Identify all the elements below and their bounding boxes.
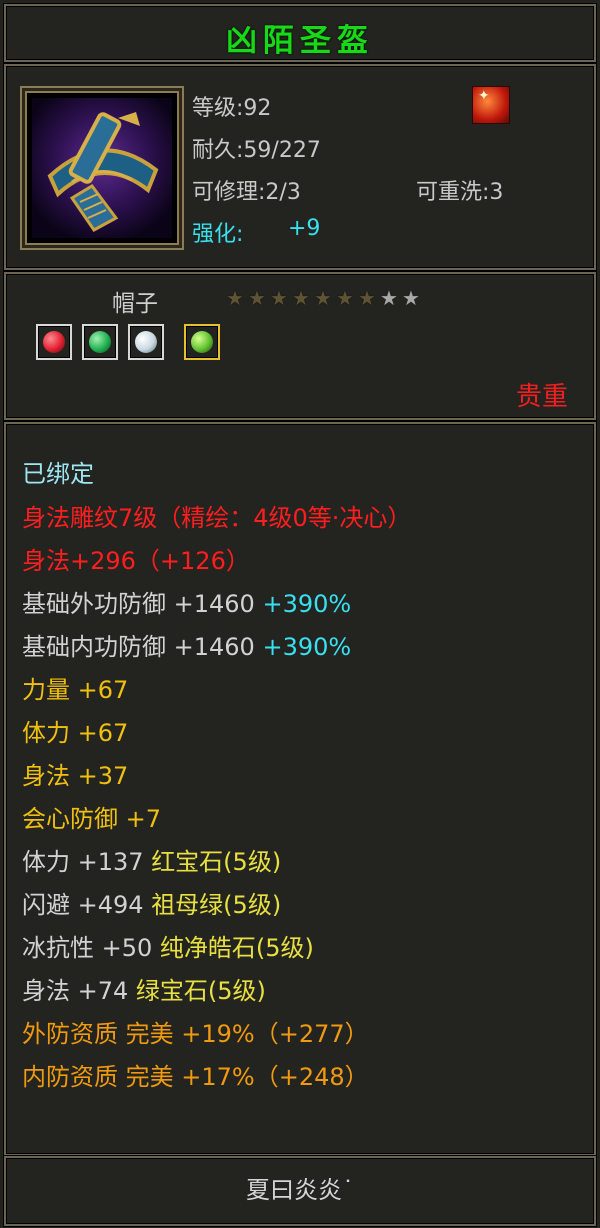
title-bar: 凶陌圣盔	[4, 4, 596, 62]
outer-defense-pct: +390%	[262, 590, 352, 618]
rewash-text: 可重洗:3	[416, 180, 504, 205]
star-filled-icon: ★	[226, 286, 244, 310]
owner-bar: 夏曰炎炎˙	[4, 1156, 596, 1226]
engrave-line: 身法雕纹7级（精绘：4级0等·决心）	[22, 504, 412, 532]
helmet-icon	[32, 98, 172, 238]
star-filled-icon: ★	[314, 286, 332, 310]
inner-defense-value: 基础内功防御 +1460	[22, 633, 255, 661]
type-panel: 帽子 ★ ★ ★ ★ ★ ★ ★ ★ ★ 贵重	[4, 272, 596, 420]
inner-defense-pct: +390%	[262, 633, 352, 661]
inner-defense-line: 基础内功防御 +1460 +390%	[22, 627, 351, 662]
item-type: 帽子	[112, 291, 158, 317]
gem1-name: 红宝石(5级)	[151, 848, 282, 876]
inner-quality-line: 内防资质 完美 +17%（+248）	[22, 1063, 369, 1091]
level-text: 等级:92	[192, 96, 272, 121]
skill-badge-icon: ✦	[472, 86, 510, 124]
green-gem-icon	[191, 331, 213, 353]
outer-defense-line: 基础外功防御 +1460 +390%	[22, 584, 351, 619]
repair-text: 可修理:2/3	[192, 180, 301, 205]
star-rating: ★ ★ ★ ★ ★ ★ ★ ★ ★	[224, 286, 422, 310]
durability-text: 耐久:59/227	[192, 138, 321, 163]
attributes-panel: 已绑定 身法雕纹7级（精绘：4级0等·决心） 身法+296（+126） 基础外功…	[4, 422, 596, 1156]
ruby-gem-slot[interactable]	[36, 324, 72, 360]
emerald-gem-slot[interactable]	[82, 324, 118, 360]
stamina-line: 体力 +67	[22, 719, 129, 747]
diamond-gem-icon	[135, 331, 157, 353]
enhance-value: +9	[288, 216, 321, 241]
outer-quality-line: 外防资质 完美 +19%（+277）	[22, 1020, 369, 1048]
star-filled-icon: ★	[248, 286, 266, 310]
agility-main-line: 身法+296（+126）	[22, 547, 250, 575]
star-empty-icon: ★	[402, 286, 420, 310]
outer-defense-value: 基础外功防御 +1460	[22, 590, 255, 618]
gem4-stat: 身法 +74	[22, 977, 129, 1005]
bound-status: 已绑定	[22, 460, 94, 488]
gem1-stat: 体力 +137	[22, 848, 144, 876]
ruby-gem-icon	[43, 331, 65, 353]
green-gem-slot[interactable]	[184, 324, 220, 360]
star-filled-icon: ★	[358, 286, 376, 310]
sparkle-icon: ✦	[478, 88, 490, 104]
gem3-stat: 冰抗性 +50	[22, 934, 153, 962]
gem1-line: 体力 +137 红宝石(5级)	[22, 842, 281, 877]
crit-defense-line: 会心防御 +7	[22, 805, 162, 833]
emerald-gem-icon	[89, 331, 111, 353]
gem4-line: 身法 +74 绿宝石(5级)	[22, 971, 266, 1006]
gem2-name: 祖母绿(5级)	[151, 891, 282, 919]
owner-name: 夏曰炎炎˙	[246, 1176, 354, 1204]
star-filled-icon: ★	[292, 286, 310, 310]
item-tooltip: 凶陌圣盔 等级:92 耐久:59/227 可修理:2/3 可重洗:3 强化: +…	[0, 0, 600, 1228]
gem3-name: 纯净皓石(5级)	[159, 934, 314, 962]
item-name: 凶陌圣盔	[226, 23, 374, 59]
diamond-gem-slot[interactable]	[128, 324, 164, 360]
star-filled-icon: ★	[336, 286, 354, 310]
rarity-label: 贵重	[515, 382, 568, 412]
agility-line: 身法 +37	[22, 762, 129, 790]
item-icon-frame	[20, 86, 184, 250]
gem2-stat: 闪避 +494	[22, 891, 144, 919]
gem2-line: 闪避 +494 祖母绿(5级)	[22, 885, 281, 920]
gem4-name: 绿宝石(5级)	[135, 977, 266, 1005]
strength-line: 力量 +67	[22, 676, 129, 704]
star-empty-icon: ★	[380, 286, 398, 310]
enhance-label: 强化:	[192, 222, 244, 247]
star-filled-icon: ★	[270, 286, 288, 310]
gem3-line: 冰抗性 +50 纯净皓石(5级)	[22, 928, 314, 963]
item-info-panel: 等级:92 耐久:59/227 可修理:2/3 可重洗:3 强化: +9 ✦	[4, 64, 596, 270]
